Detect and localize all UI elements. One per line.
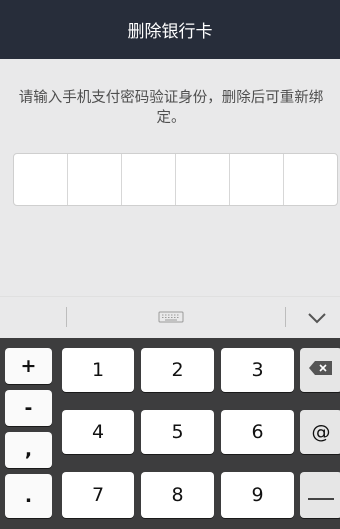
pin-cell[interactable]	[68, 154, 122, 205]
key-8[interactable]: 8	[141, 472, 214, 518]
toolbar-divider	[285, 307, 286, 327]
key-4[interactable]: 4	[62, 410, 134, 454]
keyboard-icon[interactable]	[158, 310, 184, 329]
key-9[interactable]: 9	[221, 472, 294, 518]
key-minus[interactable]: -	[5, 390, 52, 426]
key-plus[interactable]: +	[5, 348, 52, 384]
pin-input[interactable]	[13, 153, 338, 206]
key-2[interactable]: 2	[141, 348, 214, 392]
key-7[interactable]: 7	[62, 472, 134, 518]
pin-cell[interactable]	[284, 154, 337, 205]
page-title: 删除银行卡	[127, 22, 213, 42]
key-5[interactable]: 5	[141, 410, 214, 454]
keyboard-toolbar	[0, 296, 340, 339]
key-period[interactable]: .	[5, 474, 52, 518]
toolbar-divider	[66, 307, 67, 327]
pin-cell[interactable]	[176, 154, 230, 205]
key-1[interactable]: 1	[62, 348, 134, 392]
instruction-text: 请输入手机支付密码验证身份，删除后可重新绑定。	[18, 90, 324, 126]
backspace-icon	[308, 359, 334, 381]
space-key[interactable]	[300, 472, 340, 518]
key-comma[interactable]: ,	[5, 432, 52, 468]
at-key[interactable]: @	[300, 410, 340, 454]
pin-cell[interactable]	[122, 154, 176, 205]
key-3[interactable]: 3	[221, 348, 294, 392]
chevron-down-icon[interactable]	[305, 306, 329, 330]
key-6[interactable]: 6	[221, 410, 294, 454]
title-bar: 删除银行卡	[0, 0, 340, 59]
pin-cell[interactable]	[14, 154, 68, 205]
backspace-button[interactable]	[300, 348, 340, 392]
numeric-keyboard: + - , . 1 2 3 4 5 6 7 8 9 @	[0, 338, 340, 529]
pin-cell[interactable]	[230, 154, 284, 205]
space-dash-icon	[308, 484, 334, 506]
